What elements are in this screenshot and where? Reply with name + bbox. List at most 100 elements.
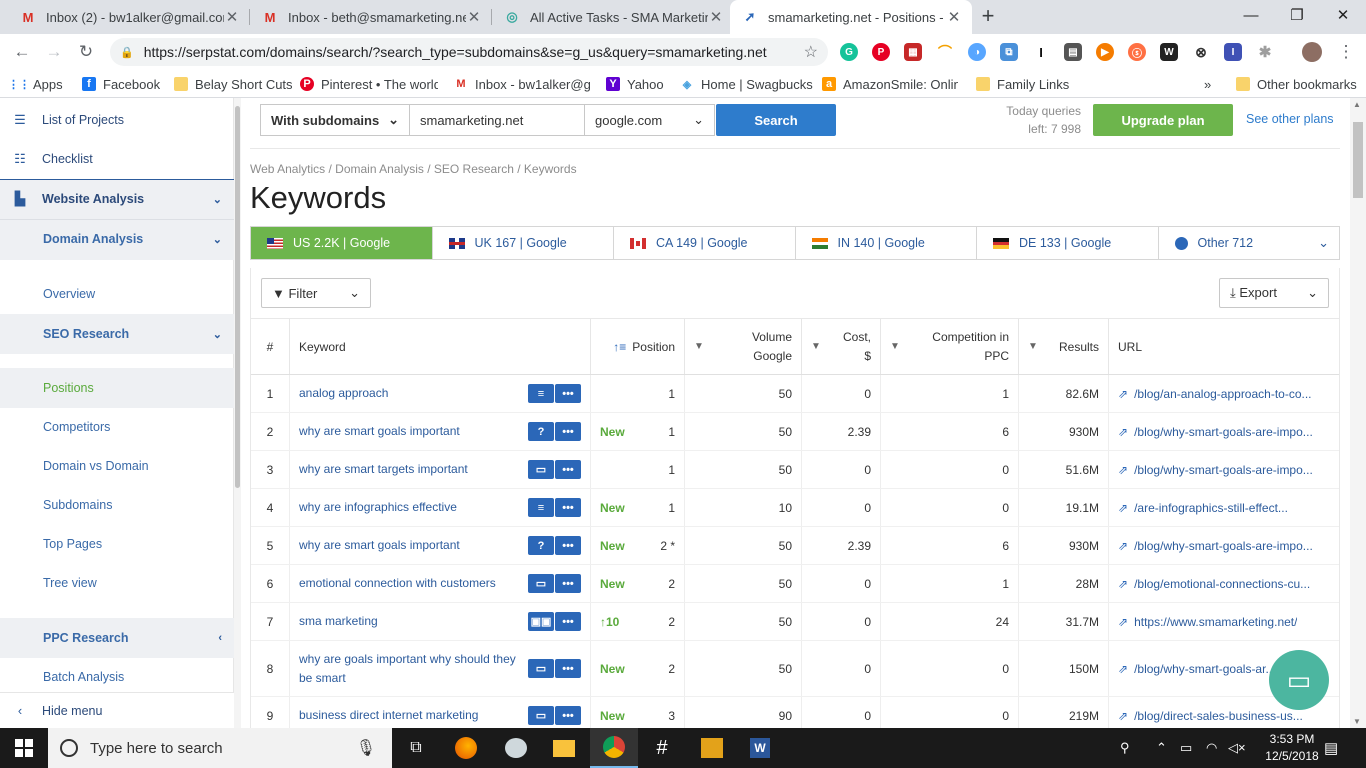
new-tab-button[interactable]: + bbox=[976, 4, 1000, 28]
close-icon[interactable]: ✕ bbox=[224, 8, 240, 26]
keyword-link[interactable]: sma marketing bbox=[299, 612, 527, 631]
search-engine-select[interactable]: google.com ⌄ bbox=[585, 104, 715, 136]
tab-sma-inbox[interactable]: M Inbox - beth@smamarketing.net ✕ bbox=[250, 0, 492, 34]
export-button[interactable]: ⤓ Export ⌄ bbox=[1219, 278, 1329, 308]
serp-feature-list-icon[interactable]: ≡ bbox=[528, 498, 554, 517]
serp-feature-chat-icon[interactable]: ▭ bbox=[528, 460, 554, 479]
keyword-link[interactable]: why are smart goals important bbox=[299, 422, 527, 441]
more-actions-icon[interactable]: ••• bbox=[555, 612, 581, 631]
more-actions-icon[interactable]: ••• bbox=[555, 498, 581, 517]
more-actions-icon[interactable]: ••• bbox=[555, 659, 581, 678]
table-row[interactable]: 9 business direct internet marketing ▭ ••• N… bbox=[251, 697, 1339, 728]
extension-icon[interactable]: ⊗ bbox=[1192, 43, 1210, 61]
column-header-position[interactable]: ↑≡ Position bbox=[591, 319, 685, 374]
upgrade-plan-button[interactable]: Upgrade plan bbox=[1093, 104, 1233, 136]
bookmark-pinterest[interactable]: P Pinterest • The world bbox=[300, 75, 438, 93]
keyword-link[interactable]: why are smart targets important bbox=[299, 460, 527, 479]
forward-button[interactable]: → bbox=[42, 40, 66, 64]
bookmark-swagbucks[interactable]: ◈ Home | Swagbucks bbox=[680, 75, 813, 93]
url-link[interactable]: ⇗ /blog/why-smart-goals-are-impo... bbox=[1118, 539, 1313, 553]
close-icon[interactable]: ✕ bbox=[466, 8, 482, 26]
maximize-button[interactable]: ❐ bbox=[1274, 0, 1320, 34]
sidebar-scrollbar-thumb[interactable] bbox=[235, 106, 240, 488]
extension-icon[interactable]: ⧉ bbox=[1000, 43, 1018, 61]
tab-serpstat[interactable]: ➚ smamarketing.net - Positions - SE ✕ bbox=[730, 0, 972, 34]
outlook-icon[interactable] bbox=[688, 728, 736, 768]
bookmark-other[interactable]: Other bookmarks bbox=[1236, 75, 1357, 93]
pinterest-icon[interactable]: P bbox=[872, 43, 890, 61]
scroll-up-icon[interactable]: ▲ bbox=[1353, 100, 1361, 109]
search-mode-select[interactable]: With subdomains ⌄ bbox=[260, 104, 410, 136]
serp-feature-chat-icon[interactable]: ▭ bbox=[528, 659, 554, 678]
tab-region-ca[interactable]: CA 149 | Google bbox=[614, 227, 796, 259]
notifications-icon[interactable]: ▤ bbox=[1324, 728, 1338, 768]
show-hidden-icons[interactable]: ⌃ bbox=[1156, 728, 1167, 768]
sidebar-item-seo-research[interactable]: SEO Research ⌄ bbox=[0, 322, 234, 346]
tab-region-us[interactable]: US 2.2K | Google bbox=[251, 227, 433, 259]
task-view-icon[interactable]: ⧉ bbox=[392, 728, 440, 768]
bookmark-belay[interactable]: Belay Short Cuts bbox=[174, 75, 293, 93]
more-actions-icon[interactable]: ••• bbox=[555, 460, 581, 479]
tab-region-uk[interactable]: UK 167 | Google bbox=[433, 227, 614, 259]
domain-input[interactable]: smamarketing.net bbox=[410, 104, 585, 136]
minimize-button[interactable]: — bbox=[1228, 0, 1274, 34]
table-row[interactable]: 3 why are smart targets important ▭ ••• 1 50 0… bbox=[251, 451, 1339, 489]
search-button[interactable]: Search bbox=[716, 104, 836, 136]
serp-feature-question-icon[interactable]: ? bbox=[528, 536, 554, 555]
extension-icon[interactable]: I bbox=[1032, 43, 1050, 61]
serp-feature-list-icon[interactable]: ≡ bbox=[528, 384, 554, 403]
url-link[interactable]: ⇗ /blog/why-smart-goals-are-impo... bbox=[1118, 425, 1313, 439]
page-scrollbar-thumb[interactable] bbox=[1353, 122, 1363, 198]
keyword-link[interactable]: business direct internet marketing bbox=[299, 706, 527, 725]
puzzle-icon[interactable]: ✱ bbox=[1256, 43, 1274, 61]
more-actions-icon[interactable]: ••• bbox=[555, 384, 581, 403]
back-button[interactable]: ← bbox=[10, 40, 34, 64]
url-link[interactable]: ⇗ /blog/direct-sales-business-us... bbox=[1118, 709, 1303, 723]
sidebar-item-website-analysis[interactable]: ▙ Website Analysis ⌄ bbox=[0, 187, 234, 211]
extension-icon[interactable]: ▦ bbox=[904, 43, 922, 61]
hide-menu-button[interactable]: ‹ Hide menu bbox=[0, 692, 234, 728]
more-bookmarks-button[interactable]: » bbox=[1204, 75, 1211, 93]
column-header-keyword[interactable]: Keyword bbox=[290, 319, 591, 374]
sidebar-item-ppc-research[interactable]: PPC Research ‹ bbox=[0, 626, 234, 650]
serp-feature-chat-icon[interactable]: ▭ bbox=[528, 574, 554, 593]
sidebar-item-positions[interactable]: Positions bbox=[0, 376, 234, 400]
slack-icon[interactable]: # bbox=[638, 728, 686, 768]
keyword-link[interactable]: why are smart goals important bbox=[299, 536, 527, 555]
tab-active-tasks[interactable]: ◎ All Active Tasks - SMA Marketing ✕ bbox=[492, 0, 734, 34]
bookmark-facebook[interactable]: f Facebook bbox=[82, 75, 160, 93]
table-row[interactable]: 8 why are goals important why should they… bbox=[251, 641, 1339, 697]
url-link[interactable]: ⇗ /blog/emotional-connections-cu... bbox=[1118, 577, 1310, 591]
serp-feature-chat-icon[interactable]: ▭ bbox=[528, 706, 554, 725]
extension-icon[interactable]: ◑ bbox=[968, 43, 986, 61]
table-row[interactable]: 2 why are smart goals important? ••• New 1 50… bbox=[251, 413, 1339, 451]
tab-gmail-inbox[interactable]: M Inbox (2) - bw1alker@gmail.com ✕ bbox=[8, 0, 250, 34]
bookmark-yahoo[interactable]: Y Yahoo bbox=[606, 75, 664, 93]
scroll-down-icon[interactable]: ▼ bbox=[1353, 717, 1361, 726]
file-explorer-icon[interactable] bbox=[540, 728, 588, 768]
url-link[interactable]: ⇗ /blog/why-smart-goals-ar... bbox=[1118, 662, 1275, 676]
chat-widget-button[interactable]: ▭ bbox=[1269, 650, 1329, 710]
keyword-link[interactable]: why are goals important why should they … bbox=[299, 650, 527, 688]
wifi-icon[interactable]: ◠ bbox=[1206, 728, 1217, 768]
breadcrumb[interactable]: Web Analytics / Domain Analysis / SEO Re… bbox=[250, 162, 577, 176]
filter-button[interactable]: ▼ Filter ⌄ bbox=[261, 278, 371, 308]
chrome-icon[interactable] bbox=[590, 728, 638, 768]
column-header-volume[interactable]: ▼ Volume Google bbox=[685, 319, 802, 374]
bookmark-inbox[interactable]: M Inbox - bw1alker@gr bbox=[454, 75, 590, 93]
serp-feature-cards-icon[interactable]: ▣▣ bbox=[528, 612, 554, 631]
close-icon[interactable]: ✕ bbox=[946, 8, 962, 26]
bookmark-star-icon[interactable]: ☆ bbox=[804, 42, 818, 62]
sidebar-item-domain-analysis[interactable]: Domain Analysis ⌄ bbox=[0, 227, 234, 251]
table-row[interactable]: 5 why are smart goals important? ••• New 2 *… bbox=[251, 527, 1339, 565]
close-icon[interactable]: ✕ bbox=[708, 8, 724, 26]
taskbar-search-input[interactable]: Type here to search 🎙 bbox=[48, 728, 392, 768]
chrome-menu-icon[interactable]: ⋮ bbox=[1334, 40, 1358, 64]
sidebar-item-tree-view[interactable]: Tree view bbox=[0, 571, 234, 595]
see-other-plans-link[interactable]: See other plans bbox=[1246, 112, 1334, 126]
serp-feature-question-icon[interactable]: ? bbox=[528, 422, 554, 441]
more-actions-icon[interactable]: ••• bbox=[555, 422, 581, 441]
url-link[interactable]: ⇗ /are-infographics-still-effect... bbox=[1118, 501, 1288, 515]
tab-region-other[interactable]: Other 712 ⌄ bbox=[1159, 227, 1340, 259]
bookmark-amazonsmile[interactable]: a AmazonSmile: Online bbox=[822, 75, 958, 93]
